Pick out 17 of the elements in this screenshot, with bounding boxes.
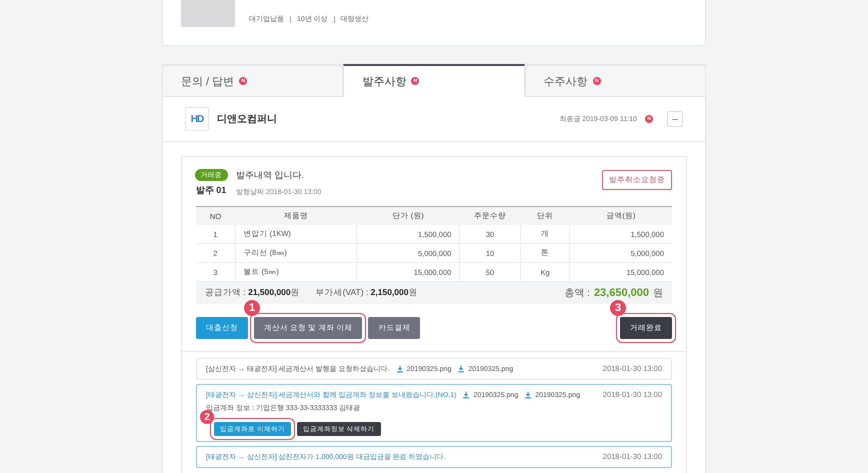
download-icon[interactable] <box>462 391 470 399</box>
total-value: 23,650,000 <box>594 287 649 299</box>
step-number-badge: 3 <box>610 300 626 316</box>
company-name: 디앤오컴퍼니 <box>217 113 278 126</box>
more-button[interactable] <box>667 111 683 127</box>
order-title: 발주내역 입니다. <box>236 169 306 182</box>
total-unit: 원 <box>653 287 663 300</box>
total-label: 총액 : <box>564 287 590 300</box>
vat-amount: 부가세(VAT) : 2,150,000원 <box>316 287 418 299</box>
download-icon[interactable] <box>396 365 404 373</box>
step-number-badge: 2 <box>200 410 214 424</box>
download-icon[interactable] <box>524 391 532 399</box>
order-number: 발주 01 <box>196 184 226 197</box>
supply-amount: 공급가액 : 21,500,000원 <box>205 287 300 299</box>
company-logo: HD <box>185 107 209 131</box>
download-icon[interactable] <box>457 365 466 373</box>
step-number-badge: 1 <box>244 300 260 316</box>
